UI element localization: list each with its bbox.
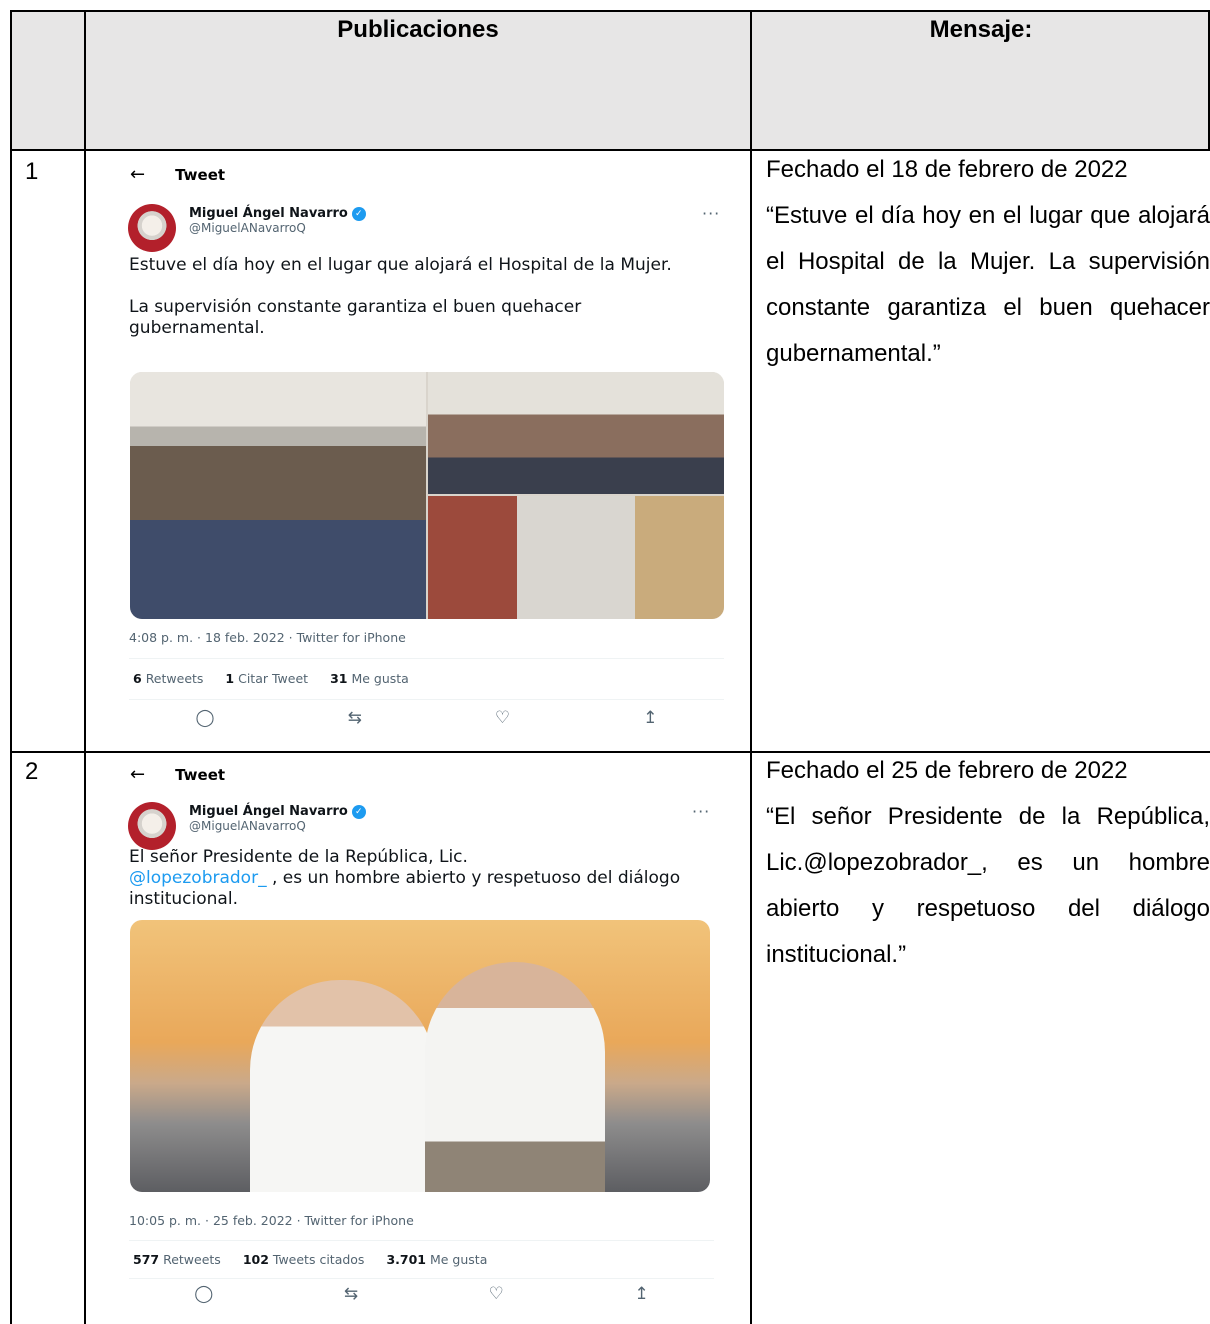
author-name: Miguel Ángel Navarro [189, 804, 348, 819]
tweet-text: El señor Presidente de la República, Lic… [129, 847, 709, 910]
column-header-mensaje: Mensaje: [929, 16, 1033, 43]
tweet-timestamp[interactable]: 4:08 p. m. · 18 feb. 2022 · Twitter for … [129, 630, 406, 645]
message-quote: “Estuve el día hoy en el lugar que aloja… [766, 202, 1210, 367]
tweet-text-before: El señor Presidente de la República, Lic… [129, 847, 468, 867]
tweet-header: ← Tweet [130, 164, 225, 185]
tweet-screenshot: ← Tweet Miguel Ángel Navarro ✓ @MiguelANa… [110, 758, 736, 1316]
photo-tile [428, 372, 724, 494]
author-handle: @MiguelANavarroQ [189, 819, 306, 833]
tweet-timestamp[interactable]: 10:05 p. m. · 25 feb. 2022 · Twitter for… [129, 1213, 414, 1228]
avatar[interactable] [128, 204, 176, 252]
tweet-actions: ◯ ⇆ ♡ ↥ [129, 708, 724, 728]
document-table: Publicaciones Mensaje: 1 2 Fechado el 18… [10, 10, 1210, 1324]
tweet-screenshot: ← Tweet Miguel Ángel Navarro ✓ @MiguelANa… [110, 156, 736, 744]
tweet-paragraph: Estuve el día hoy en el lugar que alojar… [129, 255, 672, 275]
verified-badge-icon: ✓ [351, 804, 366, 819]
tweet-author[interactable]: Miguel Ángel Navarro ✓ @MiguelANavarroQ [189, 804, 366, 833]
tweet-title: Tweet [175, 165, 226, 184]
tweet-title: Tweet [175, 765, 226, 784]
message-date: Fechado el 18 de febrero de 2022 [766, 156, 1128, 183]
divider [129, 699, 724, 700]
back-arrow-icon[interactable]: ← [130, 164, 145, 185]
message-date: Fechado el 25 de febrero de 2022 [766, 757, 1128, 784]
table-divider-col2 [750, 10, 752, 1324]
share-icon[interactable]: ↥ [634, 1284, 648, 1304]
avatar[interactable] [128, 802, 176, 850]
author-name: Miguel Ángel Navarro [189, 206, 348, 221]
like-count[interactable]: 3.701 Me gusta [386, 1252, 487, 1267]
table-border-left [10, 10, 12, 1324]
reply-icon[interactable]: ◯ [194, 1284, 213, 1304]
message-quote: “El señor Presidente de la República, Li… [766, 803, 1210, 968]
retweet-count[interactable]: 6 Retweets [133, 671, 203, 686]
like-count[interactable]: 31 Me gusta [330, 671, 409, 686]
heart-icon[interactable]: ♡ [495, 708, 510, 728]
tweet-header: ← Tweet [130, 764, 225, 785]
tweet-actions: ◯ ⇆ ♡ ↥ [129, 1284, 714, 1304]
share-icon[interactable]: ↥ [643, 708, 657, 728]
photo-tile [130, 372, 426, 619]
tweet-stats: 6 Retweets 1 Citar Tweet 31 Me gusta [133, 671, 409, 686]
retweet-count[interactable]: 577 Retweets [133, 1252, 221, 1267]
retweet-icon[interactable]: ⇆ [344, 1284, 358, 1304]
more-options-icon[interactable]: ··· [692, 802, 710, 821]
verified-badge-icon: ✓ [351, 206, 366, 221]
mention-link[interactable]: @lopezobrador_ [129, 868, 267, 888]
author-handle: @MiguelANavarroQ [189, 221, 306, 235]
back-arrow-icon[interactable]: ← [130, 764, 145, 785]
tweet-author[interactable]: Miguel Ángel Navarro ✓ @MiguelANavarroQ [189, 206, 366, 235]
photo-figure [250, 980, 435, 1192]
tweet-stats: 577 Retweets 102 Tweets citados 3.701 Me… [133, 1252, 487, 1267]
message-cell: Fechado el 18 de febrero de 2022 “Estuve… [766, 147, 1210, 377]
photo-tile [428, 496, 724, 619]
divider [129, 658, 724, 659]
column-header-publicaciones: Publicaciones [337, 16, 499, 43]
tweet-text: Estuve el día hoy en el lugar que alojar… [129, 255, 719, 360]
tweet-photo-collage[interactable] [130, 372, 724, 619]
row-number: 2 [25, 758, 39, 785]
row-number: 1 [25, 158, 39, 185]
table-divider-col1 [84, 10, 86, 1324]
retweet-icon[interactable]: ⇆ [348, 708, 362, 728]
divider [129, 1240, 714, 1241]
quote-count[interactable]: 102 Tweets citados [243, 1252, 365, 1267]
tweet-photo[interactable] [130, 920, 710, 1192]
reply-icon[interactable]: ◯ [196, 708, 215, 728]
heart-icon[interactable]: ♡ [489, 1284, 504, 1304]
tweet-paragraph: La supervisión constante garantiza el bu… [129, 297, 582, 338]
quote-count[interactable]: 1 Citar Tweet [225, 671, 308, 686]
photo-figure [425, 962, 605, 1192]
divider [129, 1278, 714, 1279]
more-options-icon[interactable]: ··· [702, 204, 720, 223]
message-cell: Fechado el 25 de febrero de 2022 “El señ… [766, 748, 1210, 978]
